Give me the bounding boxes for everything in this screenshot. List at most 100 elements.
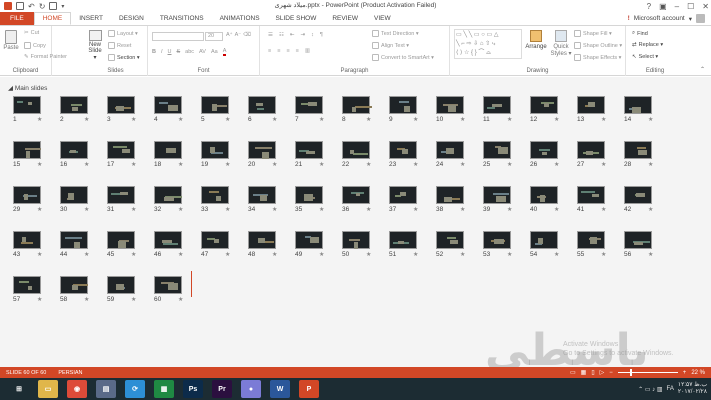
transition-star-icon[interactable]: ★ <box>178 296 183 303</box>
slide-thumbnail[interactable]: 15 ★ <box>13 141 49 171</box>
slide-thumbnail[interactable]: 16 ★ <box>60 141 96 171</box>
transition-star-icon[interactable]: ★ <box>225 116 230 123</box>
slide-thumbnail[interactable]: 34 ★ <box>248 186 284 216</box>
increase-indent-icon[interactable]: ⇥ <box>300 32 305 38</box>
align-text-button[interactable]: Align Text ▾ <box>372 42 409 49</box>
taskbar-app-icon[interactable]: ▭ <box>38 380 58 398</box>
shape-fill-button[interactable]: Shape Fill ▾ <box>574 30 612 37</box>
transition-star-icon[interactable]: ★ <box>507 251 512 258</box>
transition-star-icon[interactable]: ★ <box>178 116 183 123</box>
ribbon-display-options-button[interactable]: ▣ <box>659 2 667 11</box>
transition-star-icon[interactable]: ★ <box>460 116 465 123</box>
transition-star-icon[interactable]: ★ <box>413 206 418 213</box>
language-bar[interactable]: FA <box>667 386 674 392</box>
reset-button[interactable]: Reset <box>108 42 131 49</box>
transition-star-icon[interactable]: ★ <box>84 251 89 258</box>
transition-star-icon[interactable]: ★ <box>225 251 230 258</box>
slide-thumbnail[interactable]: 41 ★ <box>577 186 613 216</box>
transition-star-icon[interactable]: ★ <box>131 206 136 213</box>
slide-thumbnail[interactable]: 3 ★ <box>107 96 143 126</box>
zoom-slider[interactable] <box>617 369 678 376</box>
copy-button[interactable]: Copy <box>24 42 46 49</box>
transition-star-icon[interactable]: ★ <box>37 161 42 168</box>
taskbar-app-icon[interactable]: P <box>299 380 319 398</box>
transition-star-icon[interactable]: ★ <box>225 161 230 168</box>
slide-thumbnail[interactable]: 13 ★ <box>577 96 613 126</box>
zoom-out-button[interactable]: − <box>609 370 613 376</box>
transition-star-icon[interactable]: ★ <box>178 161 183 168</box>
slide-thumbnail[interactable]: 37 ★ <box>389 186 425 216</box>
shapes-gallery[interactable]: ▭ ╲ ╲ ▭ ○ ▭ △ ╲ ⌐ ⇨ ⇩ ⌂ ⇧ ⤷ ⟨ ⟩ ☆ { } ⌒ ⌓ <box>454 29 522 59</box>
tray-icons[interactable]: ⌃ ▭ ♪ ▥ <box>638 386 662 393</box>
transition-star-icon[interactable]: ★ <box>131 251 136 258</box>
minimize-button[interactable]: – <box>675 2 679 11</box>
slide-thumbnail[interactable]: 45 ★ <box>107 231 143 261</box>
slide-thumbnail[interactable]: 2 ★ <box>60 96 96 126</box>
undo-icon[interactable]: ↶ <box>28 2 35 11</box>
zoom-knob[interactable] <box>629 369 632 376</box>
transition-star-icon[interactable]: ★ <box>554 251 559 258</box>
slide-thumbnail[interactable]: 31 ★ <box>107 186 143 216</box>
slide-thumbnail[interactable]: 42 ★ <box>624 186 660 216</box>
cut-button[interactable]: ✂ Cut <box>24 30 39 36</box>
grow-shrink-font-buttons[interactable]: A⁺ A⁻ ⌫ <box>226 32 251 38</box>
tab-design[interactable]: DESIGN <box>111 12 152 25</box>
columns-icon[interactable]: ▥ <box>305 48 310 54</box>
slide-thumbnail[interactable]: 58 ★ <box>60 276 96 306</box>
grow-font-icon[interactable]: A⁺ <box>226 32 233 38</box>
italic-button[interactable]: I <box>161 49 163 55</box>
taskbar-app-icon[interactable]: Ps <box>183 380 203 398</box>
slide-thumbnail[interactable]: 30 ★ <box>60 186 96 216</box>
slide-thumbnail[interactable]: 55 ★ <box>577 231 613 261</box>
slide-thumbnail[interactable]: 12 ★ <box>530 96 566 126</box>
slide-thumbnail[interactable]: 51 ★ <box>389 231 425 261</box>
customize-qat-icon[interactable]: ▾ <box>61 3 64 10</box>
numbering-icon[interactable]: ☷ <box>279 32 284 38</box>
slide-thumbnail[interactable]: 9 ★ <box>389 96 425 126</box>
help-button[interactable]: ? <box>647 2 651 11</box>
transition-star-icon[interactable]: ★ <box>272 161 277 168</box>
taskbar-app-icon[interactable]: ⊞ <box>9 380 29 398</box>
transition-star-icon[interactable]: ★ <box>366 116 371 123</box>
slide-thumbnail[interactable]: 47 ★ <box>201 231 237 261</box>
transition-star-icon[interactable]: ★ <box>460 206 465 213</box>
slide-thumbnail[interactable]: 53 ★ <box>483 231 519 261</box>
taskbar-app-icon[interactable]: ⟳ <box>125 380 145 398</box>
slide-thumbnail[interactable]: 22 ★ <box>342 141 378 171</box>
tab-home[interactable]: HOME <box>33 12 72 25</box>
slide-thumbnail[interactable]: 59 ★ <box>107 276 143 306</box>
slide-thumbnail[interactable]: 60 ★ <box>154 276 190 306</box>
transition-star-icon[interactable]: ★ <box>413 161 418 168</box>
quick-styles-button[interactable]: Quick Styles ▾ <box>550 30 572 57</box>
redo-icon[interactable]: ↻ <box>39 2 46 11</box>
slide-thumbnail[interactable]: 33 ★ <box>201 186 237 216</box>
slide-thumbnail[interactable]: 20 ★ <box>248 141 284 171</box>
transition-star-icon[interactable]: ★ <box>178 206 183 213</box>
slide-thumbnail[interactable]: 11 ★ <box>483 96 519 126</box>
format-painter-button[interactable]: ✎ Format Painter <box>24 54 67 60</box>
reading-view-icon[interactable]: ▯ <box>591 369 594 376</box>
language-indicator[interactable]: PERSIAN <box>46 370 82 376</box>
account-area[interactable]: ! Microsoft account ▾ <box>628 14 705 23</box>
transition-star-icon[interactable]: ★ <box>507 206 512 213</box>
slide-thumbnail[interactable]: 7 ★ <box>295 96 331 126</box>
slide-thumbnail[interactable]: 19 ★ <box>201 141 237 171</box>
transition-star-icon[interactable]: ★ <box>37 251 42 258</box>
close-button[interactable]: ✕ <box>702 2 709 11</box>
transition-star-icon[interactable]: ★ <box>554 116 559 123</box>
slide-thumbnail[interactable]: 39 ★ <box>483 186 519 216</box>
slide-thumbnail[interactable]: 4 ★ <box>154 96 190 126</box>
clear-format-icon[interactable]: ⌫ <box>243 32 251 38</box>
align-center-icon[interactable]: ≡ <box>277 48 280 54</box>
transition-star-icon[interactable]: ★ <box>507 116 512 123</box>
character-spacing-button[interactable]: AV <box>199 49 206 55</box>
transition-star-icon[interactable]: ★ <box>37 116 42 123</box>
slide-thumbnail[interactable]: 40 ★ <box>530 186 566 216</box>
new-slide-button[interactable]: New Slide ▾ <box>86 30 104 61</box>
slide-thumbnail[interactable]: 21 ★ <box>295 141 331 171</box>
align-right-icon[interactable]: ≡ <box>286 48 289 54</box>
find-button[interactable]: ⌕ Find <box>632 30 648 37</box>
slide-thumbnail[interactable]: 38 ★ <box>436 186 472 216</box>
transition-star-icon[interactable]: ★ <box>554 161 559 168</box>
line-spacing-icon[interactable]: ↕ <box>311 32 314 38</box>
